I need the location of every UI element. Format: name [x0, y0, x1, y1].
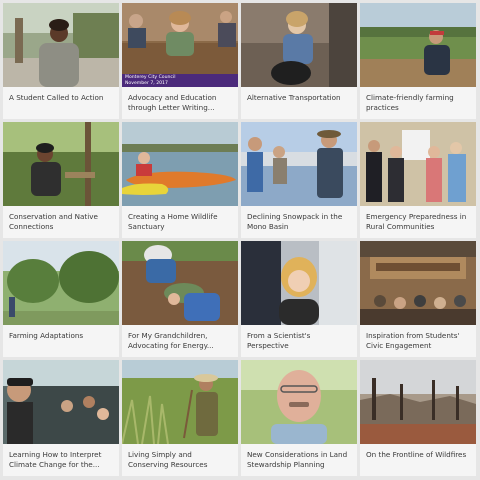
story-tile[interactable]: Monterey City Council November 7, 2017 A… [122, 3, 238, 119]
story-title: From a Scientist's Perspective [247, 331, 311, 350]
story-title: Living Simply and Conserving Resources [128, 450, 208, 469]
meeting-banner: Monterey City Council November 7, 2017 [122, 74, 238, 87]
story-title: Climate-friendly farming practices [366, 93, 454, 112]
story-tile[interactable]: New Considerations in Land Stewardship P… [241, 360, 357, 476]
story-title: Creating a Home Wildlife Sanctuary [128, 212, 218, 231]
group-indoors-photo [360, 122, 476, 206]
story-tile[interactable]: Creating a Home Wildlife Sanctuary [122, 122, 238, 238]
story-tile[interactable]: On the Frontline of Wildfires [360, 360, 476, 476]
story-title: Learning How to Interpret Climate Change… [9, 450, 102, 469]
story-tile[interactable]: Alternative Transportation [241, 3, 357, 119]
gardening-photo [122, 241, 238, 325]
story-tile[interactable]: Inspiration from Students' Civic Engagem… [360, 241, 476, 357]
story-title: A Student Called to Action [9, 93, 104, 102]
story-grid: A Student Called to Action Monterey City… [3, 3, 477, 477]
story-tile[interactable]: From a Scientist's Perspective [241, 241, 357, 357]
banner-date: November 7, 2017 [125, 80, 168, 86]
woman-with-dog-photo [241, 3, 357, 87]
story-tile[interactable]: Farming Adaptations [3, 241, 119, 357]
smiling-man-portrait-photo [241, 360, 357, 444]
story-title: Emergency Preparedness in Rural Communit… [366, 212, 467, 231]
story-title: Conservation and Native Connections [9, 212, 98, 231]
man-in-woods-photo [3, 122, 119, 206]
student-portrait-photo [3, 3, 119, 87]
story-title: Inspiration from Students' Civic Engagem… [366, 331, 460, 350]
kayak-on-lake-photo [122, 122, 238, 206]
story-title: Alternative Transportation [247, 93, 341, 102]
story-title: New Considerations in Land Stewardship P… [247, 450, 348, 469]
story-title: On the Frontline of Wildfires [366, 450, 467, 459]
scientist-portrait-photo [241, 241, 357, 325]
farmer-in-field-photo [360, 3, 476, 87]
story-title: Farming Adaptations [9, 331, 84, 340]
story-title: Advocacy and Education through Letter Wr… [128, 93, 217, 112]
story-title: For My Grandchildren, Advocating for Ene… [128, 331, 214, 350]
auditorium-meeting-photo [360, 241, 476, 325]
story-tile[interactable]: Declining Snowpack in the Mono Basin [241, 122, 357, 238]
council-meeting-photo: Monterey City Council November 7, 2017 [122, 3, 238, 87]
orchard-trees-photo [3, 241, 119, 325]
story-tile[interactable]: Living Simply and Conserving Resources [122, 360, 238, 476]
story-tile[interactable]: For My Grandchildren, Advocating for Ene… [122, 241, 238, 357]
ranger-talk-photo [241, 122, 357, 206]
story-tile[interactable]: Learning How to Interpret Climate Change… [3, 360, 119, 476]
bus-passengers-photo [3, 360, 119, 444]
story-title: Declining Snowpack in the Mono Basin [247, 212, 343, 231]
man-in-tall-grass-photo [122, 360, 238, 444]
story-tile[interactable]: Climate-friendly farming practices [360, 3, 476, 119]
story-tile[interactable]: A Student Called to Action [3, 3, 119, 119]
burned-forest-photo [360, 360, 476, 444]
story-tile[interactable]: Emergency Preparedness in Rural Communit… [360, 122, 476, 238]
story-tile[interactable]: Conservation and Native Connections [3, 122, 119, 238]
